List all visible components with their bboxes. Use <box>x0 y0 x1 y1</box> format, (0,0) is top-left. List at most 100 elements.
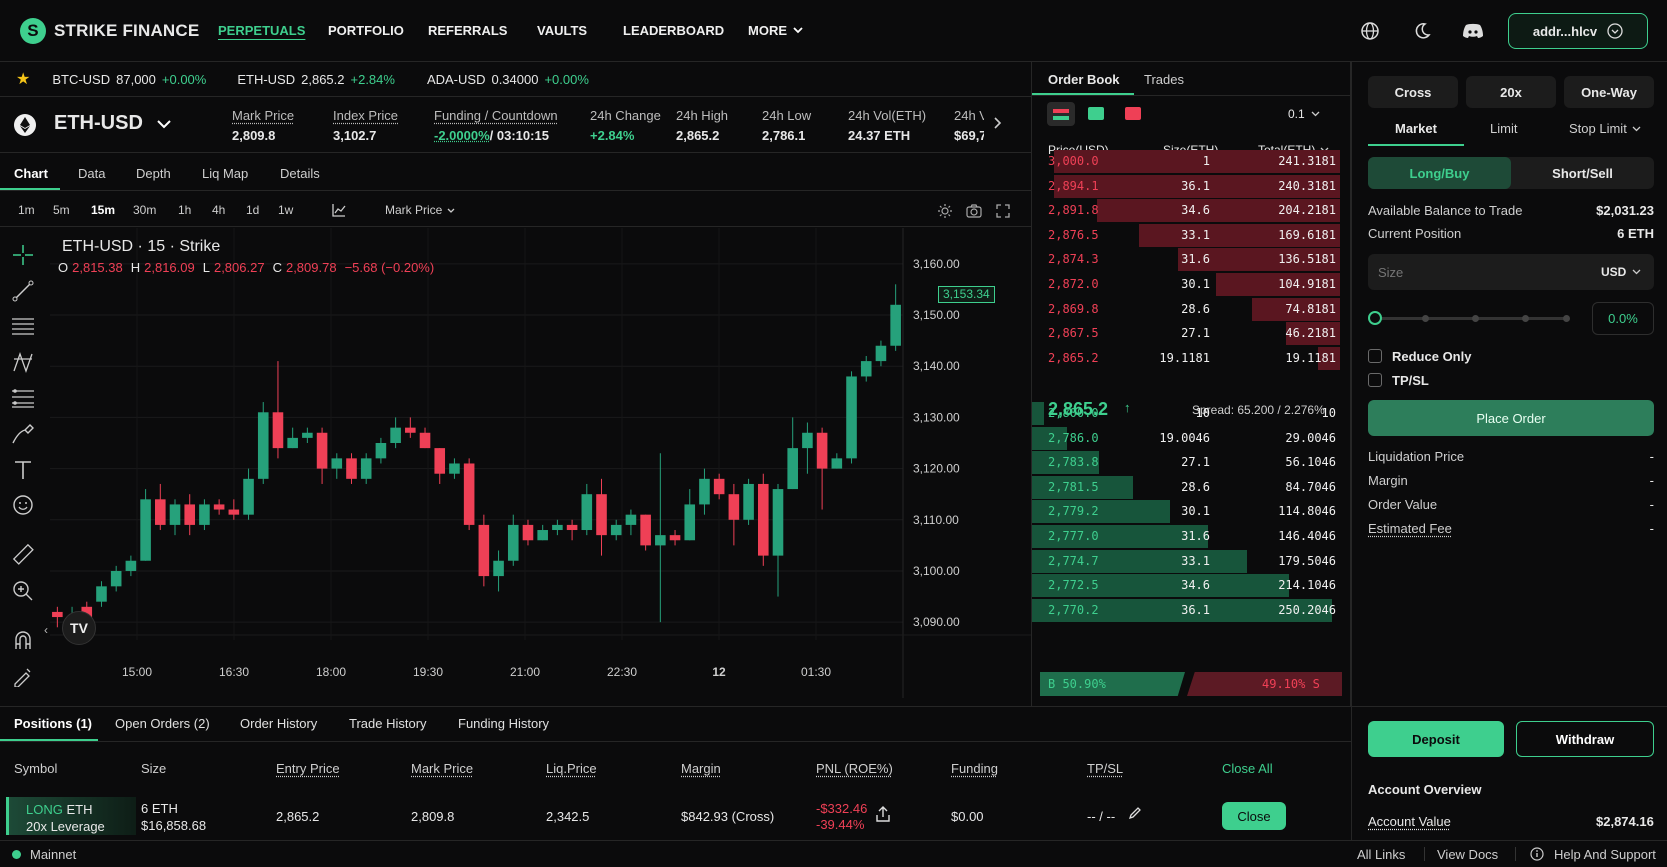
ticker-item[interactable]: ETH-USD 2,865.2 +2.84% <box>237 72 395 87</box>
margin-mode-button[interactable]: Cross <box>1368 76 1458 108</box>
nav-referrals[interactable]: REFERRALS <box>428 23 507 38</box>
close-all-button[interactable]: Close All <box>1222 761 1273 776</box>
bid-row[interactable]: 2,786.0 19.0046 29.0046 <box>1032 426 1352 450</box>
ticker-item[interactable]: ADA-USD 0.34000 +0.00% <box>427 72 589 87</box>
slider-percent-input[interactable]: 0.0% <box>1592 302 1654 335</box>
ask-row[interactable]: 2,865.2 19.1181 19.1181 <box>1032 346 1352 370</box>
nav-perpetuals[interactable]: PERPETUALS <box>218 23 305 38</box>
ruler-icon[interactable] <box>10 541 36 567</box>
bid-row[interactable]: 2,783.8 27.1 56.1046 <box>1032 450 1352 475</box>
footer-all-links[interactable]: All Links <box>1357 847 1405 862</box>
bid-row[interactable]: 2,800.0 10 10 <box>1032 401 1352 425</box>
timeframe-15m[interactable]: 15m <box>91 203 115 217</box>
star-icon[interactable]: ★ <box>16 69 30 89</box>
ask-row[interactable]: 2,872.0 30.1 104.9181 <box>1032 272 1352 296</box>
size-slider-track[interactable] <box>1374 317 1568 320</box>
ask-row[interactable]: 2,876.5 33.1 169.6181 <box>1032 223 1352 247</box>
ask-row[interactable]: 2,869.8 28.6 74.8181 <box>1032 297 1352 321</box>
globe-icon[interactable] <box>1359 20 1381 42</box>
tab-depth[interactable]: Depth <box>136 166 171 181</box>
ask-row[interactable]: 2,894.1 36.1 240.3181 <box>1032 174 1352 198</box>
crosshair-icon[interactable] <box>10 242 36 268</box>
bid-row[interactable]: 2,779.2 30.1 114.8046 <box>1032 499 1352 524</box>
place-order-button[interactable]: Place Order <box>1368 400 1654 436</box>
tab-positions[interactable]: Positions (1) <box>14 716 92 731</box>
leverage-button[interactable]: 20x <box>1466 76 1556 108</box>
bid-row[interactable]: 2,774.7 33.1 179.5046 <box>1032 549 1352 573</box>
chart-type-icon[interactable] <box>332 203 346 217</box>
tpsl-checkbox[interactable]: TP/SL <box>1368 373 1429 388</box>
short-sell-button[interactable]: Short/Sell <box>1511 157 1654 189</box>
position-mode-button[interactable]: One-Way <box>1564 76 1654 108</box>
view-asks-icon[interactable] <box>1125 107 1141 120</box>
nav-portfolio[interactable]: PORTFOLIO <box>328 23 404 38</box>
tab-order-book[interactable]: Order Book <box>1048 72 1120 87</box>
fullscreen-icon[interactable] <box>996 204 1010 218</box>
footer-view-docs[interactable]: View Docs <box>1437 847 1498 862</box>
timeframe-30m[interactable]: 30m <box>133 203 156 217</box>
tab-liq-map[interactable]: Liq Map <box>202 166 248 181</box>
fib-icon[interactable] <box>10 385 36 411</box>
bid-row[interactable]: 2,770.2 36.1 250.2046 <box>1032 598 1352 622</box>
bid-row[interactable]: 2,781.5 28.6 84.7046 <box>1032 475 1352 499</box>
withdraw-button[interactable]: Withdraw <box>1516 721 1654 757</box>
footer-help[interactable]: Help And Support <box>1554 847 1656 862</box>
grouping-dropdown[interactable]: 0.1 <box>1288 107 1320 121</box>
tab-data[interactable]: Data <box>78 166 105 181</box>
nav-leaderboard[interactable]: LEADERBOARD <box>623 23 724 38</box>
timeframe-1m[interactable]: 1m <box>18 203 35 217</box>
tab-trade-history[interactable]: Trade History <box>349 716 427 731</box>
tab-details[interactable]: Details <box>280 166 320 181</box>
view-both-icon[interactable] <box>1047 102 1075 126</box>
tab-order-history[interactable]: Order History <box>240 716 317 731</box>
timeframe-5m[interactable]: 5m <box>53 203 70 217</box>
ask-row[interactable]: 3,000.0 1 241.3181 <box>1032 149 1352 173</box>
brush-icon[interactable] <box>10 421 36 447</box>
discord-icon[interactable] <box>1462 20 1484 42</box>
timeframe-4h[interactable]: 4h <box>212 203 225 217</box>
timeframe-1w[interactable]: 1w <box>278 203 293 217</box>
pattern-icon[interactable] <box>10 349 36 375</box>
tab-trades[interactable]: Trades <box>1144 72 1184 87</box>
ask-row[interactable]: 2,867.5 27.1 46.2181 <box>1032 321 1352 346</box>
price-chart[interactable]: 3,160.00 3,150.00 3,140.00 3,130.00 3,120.00… <box>50 228 1031 698</box>
tab-chart[interactable]: Chart <box>14 166 48 181</box>
order-type-market[interactable]: Market <box>1395 121 1437 136</box>
emoji-icon[interactable] <box>10 492 36 518</box>
lock-draw-icon[interactable] <box>10 663 36 689</box>
chevron-right-icon[interactable] <box>994 117 1002 129</box>
close-position-button[interactable]: Close <box>1222 802 1286 830</box>
price-source-dropdown[interactable]: Mark Price <box>385 203 455 217</box>
long-buy-button[interactable]: Long/Buy <box>1368 157 1511 189</box>
brand-logo[interactable]: S STRIKE FINANCE <box>20 18 199 44</box>
magnet-icon[interactable] <box>10 627 36 653</box>
wallet-address-button[interactable]: addr...hlcv <box>1508 13 1648 49</box>
size-unit-dropdown[interactable]: USD <box>1601 265 1641 279</box>
market-symbol[interactable]: ETH-USD <box>54 112 143 135</box>
moon-icon[interactable] <box>1411 20 1433 42</box>
collapse-toolbar-icon[interactable]: ‹ <box>44 623 48 637</box>
bid-row[interactable]: 2,772.5 34.6 214.1046 <box>1032 573 1352 598</box>
bid-row[interactable]: 2,777.0 31.6 146.4046 <box>1032 524 1352 548</box>
tradingview-logo-icon[interactable]: TV <box>62 611 96 645</box>
position-symbol[interactable]: LONG ETH 20x Leverage <box>26 801 105 835</box>
order-type-stop-limit[interactable]: Stop Limit <box>1569 121 1641 136</box>
camera-icon[interactable] <box>966 204 982 218</box>
reduce-only-checkbox[interactable]: Reduce Only <box>1368 349 1471 364</box>
horizontal-lines-icon[interactable] <box>10 313 36 339</box>
edit-icon[interactable] <box>1128 806 1142 820</box>
tab-open-orders[interactable]: Open Orders (2) <box>115 716 210 731</box>
timeframe-1h[interactable]: 1h <box>178 203 191 217</box>
tab-funding-history[interactable]: Funding History <box>458 716 549 731</box>
chevron-down-icon[interactable] <box>157 120 171 129</box>
size-input[interactable] <box>1368 254 1568 290</box>
zoom-icon[interactable] <box>10 578 36 604</box>
nav-more[interactable]: MORE <box>748 23 803 38</box>
order-type-limit[interactable]: Limit <box>1490 121 1517 136</box>
trendline-icon[interactable] <box>10 278 36 304</box>
nav-vaults[interactable]: VAULTS <box>537 23 587 38</box>
share-icon[interactable] <box>876 806 890 822</box>
size-slider-handle[interactable] <box>1368 311 1382 325</box>
ask-row[interactable]: 2,891.8 34.6 204.2181 <box>1032 198 1352 223</box>
view-bids-icon[interactable] <box>1088 107 1104 120</box>
